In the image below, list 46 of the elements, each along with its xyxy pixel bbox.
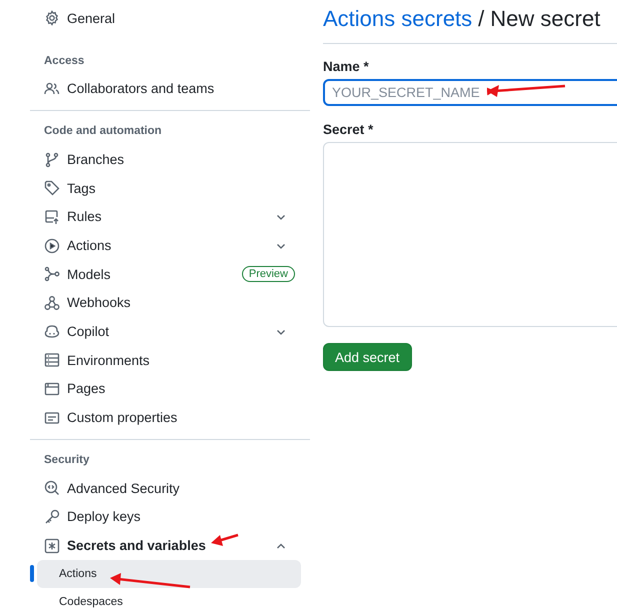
models-icon — [44, 266, 60, 282]
sidebar-subitem[interactable]: Codespaces — [37, 588, 301, 610]
sidebar-item[interactable]: Rules — [37, 202, 301, 232]
section-heading: Access — [43, 54, 86, 69]
sidebar-item[interactable]: Actions — [37, 231, 301, 260]
gear-icon — [44, 10, 60, 26]
field-label: Name * — [323, 59, 370, 74]
breadcrumb-separator: / — [478, 5, 484, 33]
secret-input-field[interactable] — [323, 142, 617, 327]
sidebar-item[interactable]: Tags — [37, 174, 301, 203]
play-icon — [44, 238, 60, 254]
selection-indicator — [30, 565, 34, 582]
branch-icon — [44, 152, 60, 168]
sidebar-item[interactable]: Custom properties — [37, 403, 301, 432]
page-title: New secret — [490, 5, 600, 33]
tag-icon — [44, 180, 60, 196]
asterisk-icon — [44, 538, 60, 554]
section-heading: Security — [43, 452, 90, 468]
section-heading: Code and automation — [43, 124, 163, 140]
sidebar-item[interactable]: General — [37, 4, 301, 33]
people-icon — [44, 80, 60, 97]
sidebar-subitem[interactable]: Actions — [37, 560, 301, 588]
sidebar-item[interactable]: Pages — [37, 374, 301, 404]
scan-icon — [44, 480, 60, 496]
sidebar-item[interactable]: Webhooks — [37, 288, 301, 318]
sidebar-item[interactable]: Secrets and variables — [37, 531, 301, 560]
field-label: Secret * — [323, 122, 374, 137]
list-icon — [44, 410, 60, 426]
sidebar-item[interactable]: Deploy keys — [37, 502, 301, 532]
sidebar-item[interactable]: Advanced Security — [37, 474, 301, 503]
sidebar-item[interactable]: Environments — [37, 346, 301, 375]
rules-icon — [44, 208, 60, 225]
copilot-icon — [44, 324, 60, 340]
add-secret-button[interactable]: Add secret — [323, 343, 412, 371]
sidebar-item[interactable]: Models Preview — [37, 260, 301, 289]
sidebar-item[interactable]: Collaborators and teams — [37, 74, 301, 104]
breadcrumb-link[interactable]: Actions secrets — [323, 5, 472, 33]
server-icon — [44, 352, 60, 368]
name-input-field[interactable]: YOUR_SECRET_NAME — [323, 79, 617, 106]
browser-icon — [44, 380, 60, 397]
webhook-icon — [44, 294, 60, 311]
preview-badge: Preview — [242, 266, 295, 282]
key-icon — [44, 508, 60, 525]
sidebar-item[interactable]: Copilot — [37, 317, 301, 346]
annotation-arrow — [211, 534, 238, 546]
sidebar-item[interactable]: Branches — [37, 145, 301, 174]
